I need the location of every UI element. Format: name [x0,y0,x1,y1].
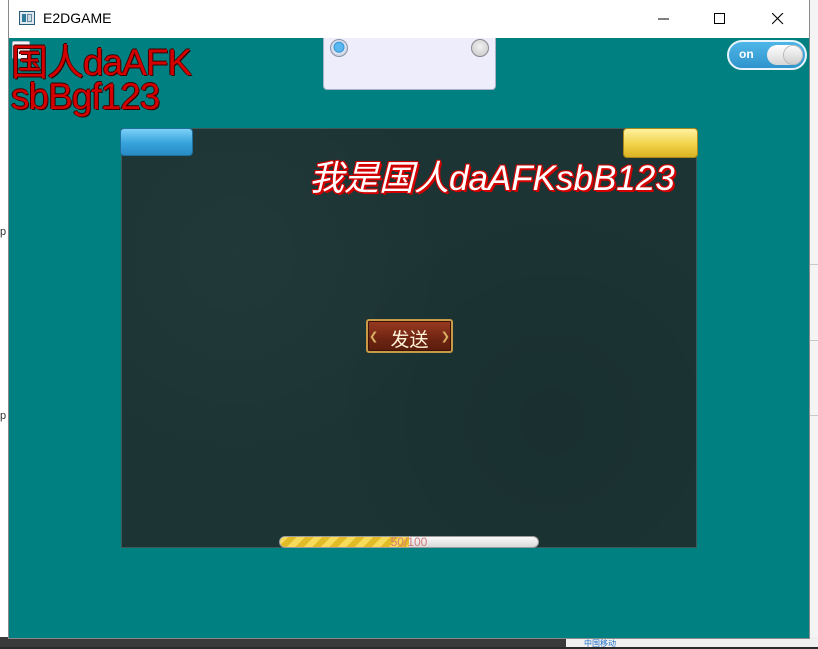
blue-button[interactable] [120,128,193,156]
game-canvas[interactable]: 国人daAFK sbBgf123 on 我是国人daAFKsbB123 ❮ 发送… [9,38,809,638]
maximize-icon [714,13,725,24]
minimize-icon [658,18,669,20]
title-bar[interactable]: E2DGAME [9,0,809,38]
desktop-divider [808,264,818,265]
progress-value: 50 [390,536,404,548]
minimize-button[interactable] [641,0,687,38]
outlined-italic-label: 我是国人daAFKsbB123 [309,159,675,198]
desktop-right-edge [808,0,818,647]
window-title: E2DGAME [43,10,112,26]
overlay-text-line-2: sbBgf123 [11,76,160,117]
progress-max: 100 [407,536,428,548]
desktop-fragment-text: p [0,410,7,422]
radio-group-panel [323,38,496,90]
desktop-divider [808,415,818,416]
close-icon [772,13,784,25]
ornament-right-icon: ❯ [440,330,450,343]
app-icon [19,11,35,25]
desktop-fragment-text: p [0,226,7,238]
close-button[interactable] [755,0,801,38]
toggle-label: on [739,47,754,61]
maximize-button[interactable] [697,0,743,38]
carrier-label: 中国移动 [584,639,616,648]
progress-label: 50/100 [280,536,538,548]
desktop-divider [808,340,818,341]
toggle-knob [767,45,803,65]
radio-button-unselected[interactable] [471,39,489,57]
desktop-taskbar-strip: 中国移动 [0,637,818,648]
notification-strip: 中国移动 [566,637,818,648]
send-button[interactable]: ❮ 发送 ❯ [366,319,453,353]
app-window: E2DGAME 国人daAFK sbBgf123 on 我是国人daAFKsbB… [9,0,809,638]
radio-button-selected[interactable] [330,39,348,57]
send-button-label: 发送 [390,329,429,351]
progress-bar: 50/100 [279,536,539,548]
on-off-toggle[interactable]: on [727,40,807,70]
